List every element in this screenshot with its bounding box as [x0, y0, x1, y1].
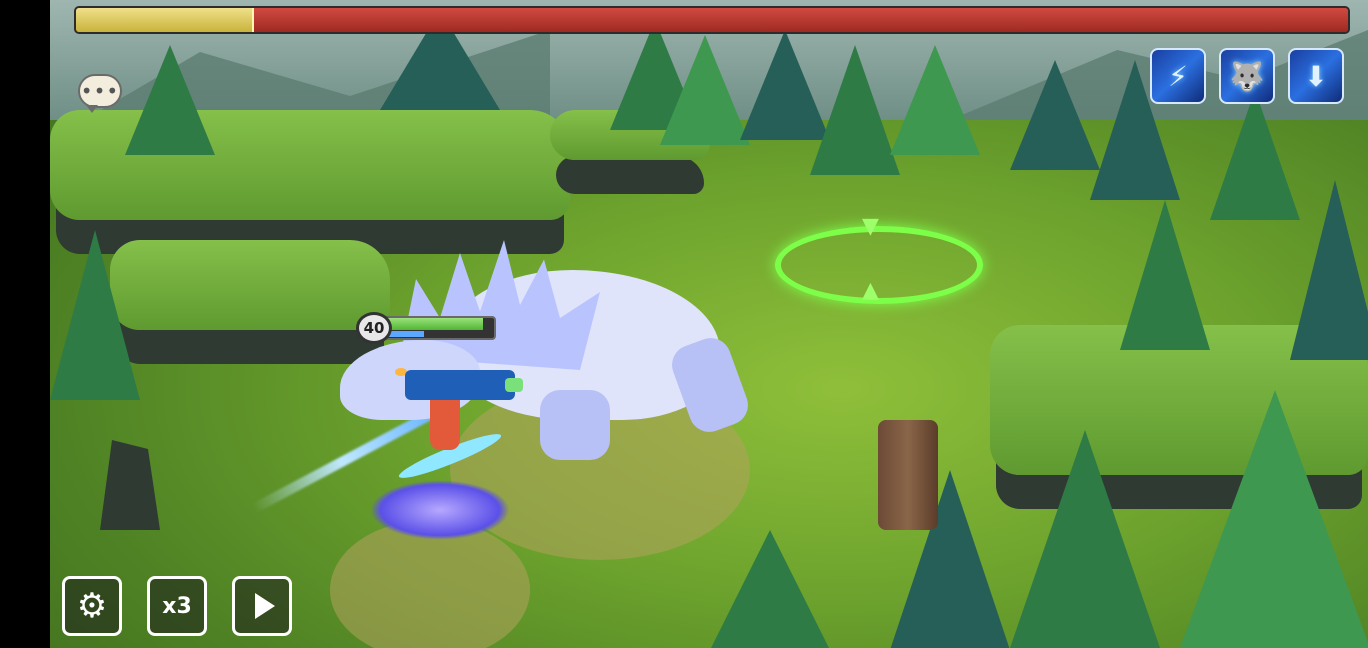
play-icon: [254, 593, 275, 619]
target-circle-marker: ▼: [862, 214, 879, 239]
wolf-leg: [540, 390, 610, 460]
gear-icon: ⚙: [76, 586, 108, 626]
boss-hp-fill: [76, 8, 255, 32]
boss-hp-lost: [76, 8, 1348, 32]
down-arrow-skill-icon: ⬇: [1304, 59, 1328, 93]
pine-tree: [125, 45, 215, 155]
hero-rider: [395, 370, 523, 485]
pine-tree: [890, 45, 980, 155]
wolf-howl-skill-icon: 🐺: [1229, 59, 1265, 93]
claw-slash-skill-icon: ⚡: [1168, 59, 1188, 93]
rock: [100, 440, 160, 530]
pine-tree: [1010, 60, 1100, 170]
monster-attack-bar-fill: [386, 331, 424, 337]
pine-tree: [1210, 90, 1300, 220]
monster-status: 40: [356, 312, 498, 344]
pine-tree: [1120, 200, 1210, 350]
pine-tree: [810, 45, 900, 175]
pine-tree: [1180, 390, 1368, 648]
pine-tree: [1290, 180, 1368, 360]
target-circle[interactable]: [775, 226, 983, 304]
pine-tree: [710, 530, 830, 648]
monster-hp-bar: [384, 316, 496, 340]
screen-left-border: [0, 0, 50, 648]
speed-label: x3: [162, 593, 192, 619]
tree-stump: [878, 420, 938, 530]
target-circle-marker: ▲: [862, 278, 879, 303]
chat-dots: •••: [80, 79, 120, 103]
chat-bubble-icon[interactable]: •••: [78, 74, 122, 113]
pine-tree: [1010, 430, 1160, 648]
pine-tree: [660, 35, 750, 145]
settings-button[interactable]: ⚙: [62, 576, 122, 636]
skill-2-button[interactable]: 🐺: [1219, 48, 1275, 104]
monster-hp-fill: [386, 318, 484, 330]
skill-3-button[interactable]: ⬇: [1288, 48, 1344, 104]
skill-bar: ⚡ 🐺 ⬇: [1150, 48, 1346, 106]
skill-1-button[interactable]: ⚡: [1150, 48, 1206, 104]
pine-tree: [50, 230, 140, 400]
blaster: [405, 370, 523, 400]
energy-aura: [370, 480, 510, 540]
wolf-leg: [666, 332, 754, 438]
auto-play-button[interactable]: [232, 576, 292, 636]
monster-level: 40: [356, 312, 392, 344]
speed-button[interactable]: x3: [147, 576, 207, 636]
boss-hp-bar: [74, 6, 1350, 34]
